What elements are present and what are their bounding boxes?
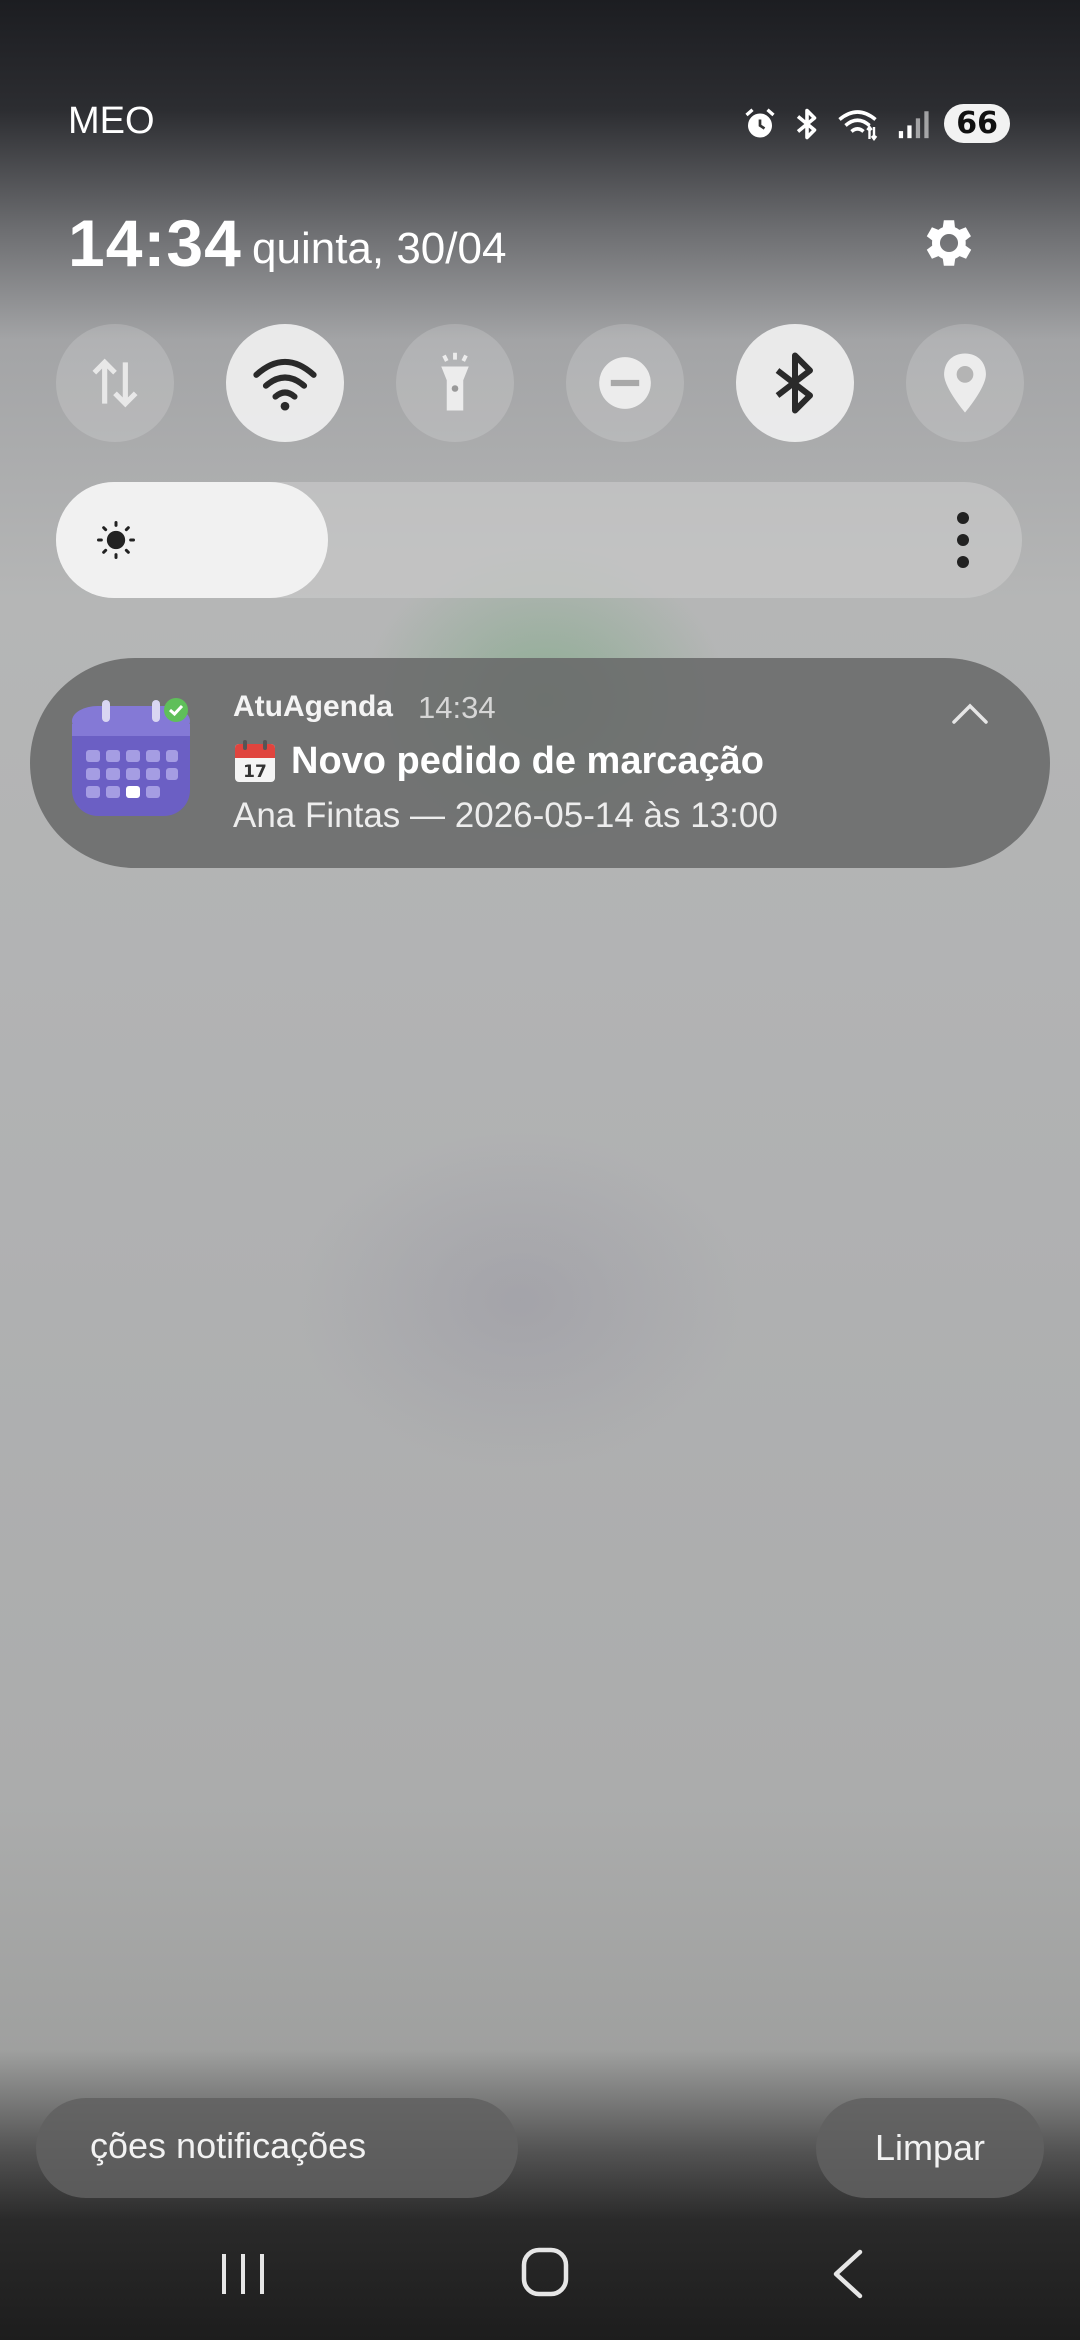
clear-button[interactable]: Limpar xyxy=(816,2098,1044,2198)
status-icons: 66 xyxy=(742,104,1010,143)
notification-body: Ana Fintas — 2026-05-14 às 13:00 xyxy=(233,796,778,835)
clock-time: 14:34 xyxy=(68,206,242,280)
gear-icon xyxy=(926,220,972,266)
tile-bluetooth[interactable] xyxy=(736,324,854,442)
notification-settings-button[interactable]: ções notificações xyxy=(36,2098,518,2198)
recents-icon[interactable] xyxy=(218,2250,268,2298)
tile-mobile-data[interactable] xyxy=(56,324,174,442)
signal-icon xyxy=(899,110,929,138)
chevron-up-icon[interactable] xyxy=(950,698,990,728)
data-arrows-icon xyxy=(92,358,138,408)
back-icon[interactable] xyxy=(828,2248,868,2300)
more-options-icon[interactable] xyxy=(956,510,970,570)
svg-text:17: 17 xyxy=(243,762,267,782)
carrier-name: MEO xyxy=(68,100,155,142)
notification-settings-label: ções notificações xyxy=(90,2125,367,2166)
app-calendar-icon xyxy=(72,698,190,816)
tile-location[interactable] xyxy=(906,324,1024,442)
notification-title: 17 Novo pedido de marcação xyxy=(233,738,764,784)
wifi-icon xyxy=(253,359,317,411)
tile-flashlight[interactable] xyxy=(396,324,514,442)
home-icon[interactable] xyxy=(520,2246,570,2298)
flashlight-icon xyxy=(441,352,469,411)
calendar-emoji-icon: 17 xyxy=(235,740,275,782)
brightness-sun-icon xyxy=(97,521,135,559)
alarm-icon xyxy=(745,108,775,137)
notification-card[interactable]: AtuAgenda 14:34 17 Novo pedido de marcaç… xyxy=(30,658,1050,868)
location-pin-icon xyxy=(944,353,986,413)
clock-date[interactable]: quinta, 30/04 xyxy=(252,224,506,274)
notification-time: 14:34 xyxy=(418,690,496,725)
tile-do-not-disturb[interactable] xyxy=(566,324,684,442)
bluetooth-icon xyxy=(775,352,813,414)
bluetooth-icon xyxy=(797,108,817,139)
brightness-slider[interactable] xyxy=(56,482,1022,598)
tile-wifi[interactable] xyxy=(226,324,344,442)
settings-button[interactable] xyxy=(918,212,980,274)
minus-circle-icon xyxy=(599,357,651,409)
notification-app-name: AtuAgenda xyxy=(233,690,393,723)
battery-level: 66 xyxy=(944,104,1010,143)
notification-title-text: Novo pedido de marcação xyxy=(291,739,765,782)
wifi-icon xyxy=(838,109,878,141)
